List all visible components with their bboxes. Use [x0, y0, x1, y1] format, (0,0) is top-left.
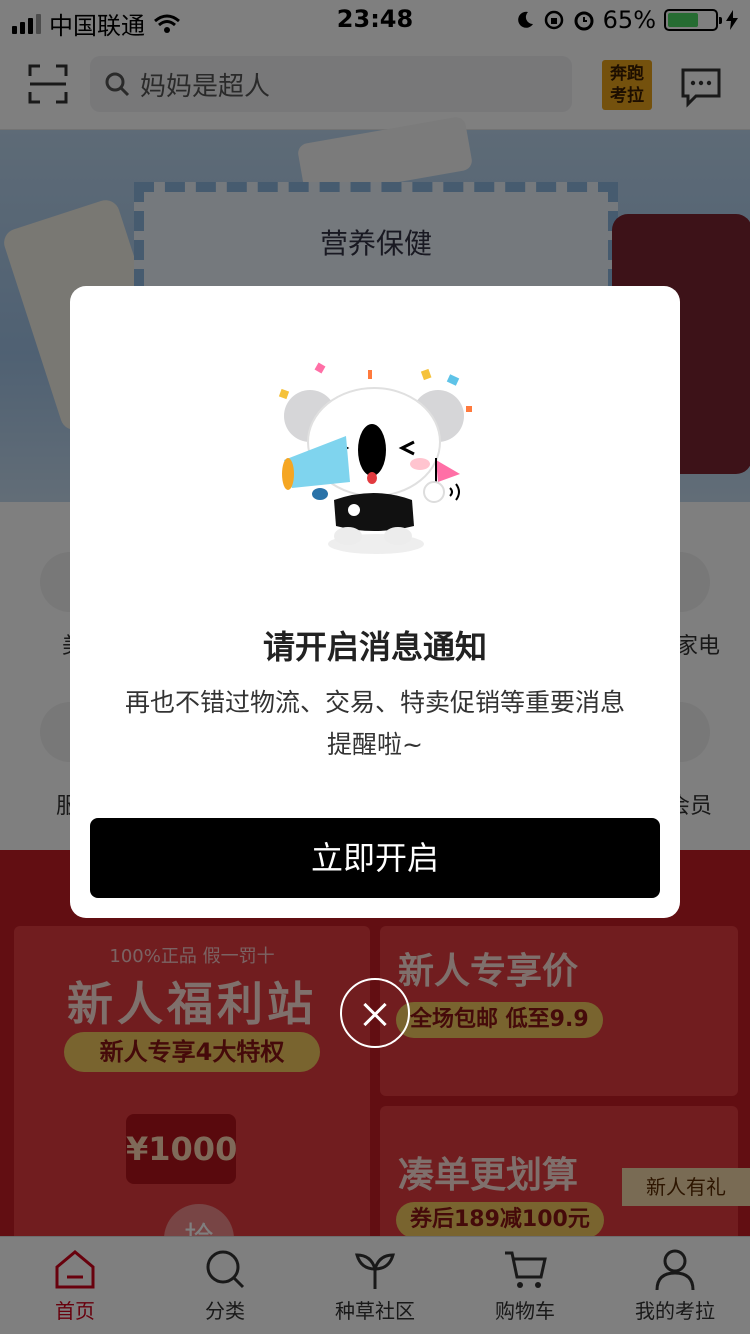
app-screen: 中国联通 23:48 65% 妈妈是超人 奔跑考拉: [0, 0, 750, 1334]
dialog-description: 再也不错过物流、交易、特卖促销等重要消息提醒啦~: [124, 688, 625, 759]
dialog-title: 请开启消息通知: [262, 628, 487, 666]
notification-permission-dialog: 请开启消息通知 再也不错过物流、交易、特卖促销等重要消息提醒啦~ 立即开启: [70, 286, 680, 918]
enable-notifications-button[interactable]: 立即开启: [90, 818, 660, 898]
close-dialog-icon[interactable]: [340, 978, 410, 1048]
koala-megaphone-illustration: [278, 362, 472, 554]
